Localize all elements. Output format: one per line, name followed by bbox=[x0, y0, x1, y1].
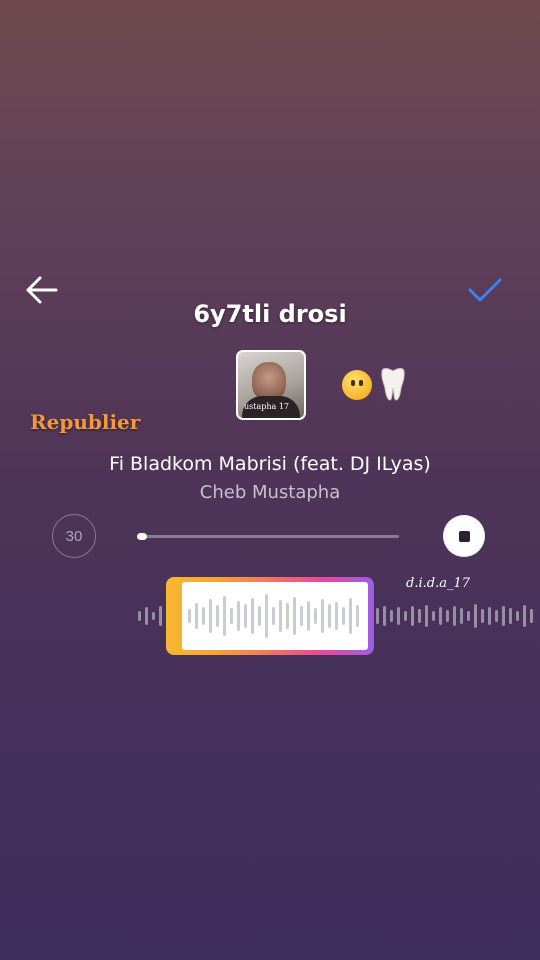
song-title: Fi Bladkom Mabrisi (feat. DJ ILyas) bbox=[109, 453, 431, 475]
waveform-bar bbox=[159, 606, 162, 626]
album-cover: ustapha 17 bbox=[236, 350, 306, 420]
waveform-bar bbox=[481, 609, 484, 623]
clip-duration-button[interactable]: 30 bbox=[52, 514, 96, 558]
cover-portrait bbox=[252, 362, 286, 400]
clip-waveform-bar bbox=[209, 599, 212, 633]
clip-waveform-bar bbox=[349, 598, 352, 634]
clip-waveform-bar bbox=[328, 604, 331, 628]
clip-waveform-bar bbox=[216, 605, 219, 627]
waveform-bar bbox=[145, 607, 148, 625]
waveform-bar bbox=[446, 610, 449, 622]
progress-knob[interactable] bbox=[137, 533, 148, 540]
waveform-bar bbox=[516, 611, 519, 621]
clip-waveform-bar bbox=[258, 606, 261, 626]
waveform-bar bbox=[152, 612, 155, 620]
waveform-bar bbox=[411, 606, 414, 626]
clip-waveform-bar bbox=[202, 607, 205, 625]
waveform-bar bbox=[509, 608, 512, 624]
waveform-bar bbox=[138, 611, 141, 621]
waveform-bar bbox=[390, 610, 393, 622]
cover-text: ustapha 17 bbox=[244, 402, 290, 411]
clip-waveform-bar bbox=[300, 606, 303, 626]
clip-waveform-bar bbox=[279, 600, 282, 632]
clip-duration-label: 30 bbox=[65, 527, 83, 545]
waveform-bar bbox=[495, 610, 498, 622]
waveform-bar bbox=[383, 606, 386, 626]
waveform-bar bbox=[439, 607, 442, 625]
clip-waveform-bar bbox=[237, 601, 240, 631]
clip-waveform-bar bbox=[335, 602, 338, 630]
waveform-bar bbox=[460, 608, 463, 624]
clip-waveform-bar bbox=[293, 597, 296, 635]
clip-waveform-bar bbox=[265, 594, 268, 638]
selected-clip-waveform bbox=[182, 582, 368, 650]
playback-progress-bar[interactable] bbox=[137, 533, 399, 540]
waveform-bar bbox=[474, 604, 477, 628]
clip-waveform-bar bbox=[356, 605, 359, 627]
tooth-icon bbox=[376, 366, 410, 402]
stop-icon bbox=[458, 530, 470, 542]
waveform-bar bbox=[488, 607, 491, 625]
clip-waveform-bar bbox=[321, 599, 324, 633]
stop-button[interactable] bbox=[443, 515, 485, 557]
clip-waveform-bar bbox=[342, 607, 345, 625]
clip-waveform-bar bbox=[244, 604, 247, 628]
waveform-bar bbox=[432, 611, 435, 621]
waveform-bar bbox=[530, 609, 533, 623]
clip-waveform-bar bbox=[195, 603, 198, 629]
clip-selector[interactable] bbox=[166, 577, 374, 655]
clip-waveform-bar bbox=[307, 601, 310, 631]
waveform-bar bbox=[523, 605, 526, 627]
clip-waveform-bar bbox=[230, 608, 233, 624]
clip-waveform-bar bbox=[286, 603, 289, 629]
waveform-bar bbox=[418, 609, 421, 623]
waveform-bar bbox=[453, 606, 456, 626]
waveform-bar bbox=[425, 605, 428, 627]
story-caption[interactable]: 6y7tli drosi bbox=[0, 300, 540, 328]
watermark: d.i.d.a_17 bbox=[406, 576, 470, 591]
waveform-bar bbox=[397, 607, 400, 625]
clip-waveform-bar bbox=[223, 596, 226, 636]
waveform-bar bbox=[404, 611, 407, 621]
artist-name: Cheb Mustapha bbox=[199, 482, 341, 503]
waveform-bar bbox=[502, 606, 505, 626]
waveform-bar bbox=[376, 608, 379, 624]
clip-waveform-bar bbox=[272, 607, 275, 625]
clip-waveform-bar bbox=[251, 598, 254, 634]
clip-waveform-bar bbox=[314, 608, 317, 624]
repost-label: Republier bbox=[30, 410, 141, 434]
waveform-bar bbox=[467, 611, 470, 621]
clip-waveform-bar bbox=[188, 609, 191, 623]
face-without-mouth-icon bbox=[342, 370, 372, 400]
